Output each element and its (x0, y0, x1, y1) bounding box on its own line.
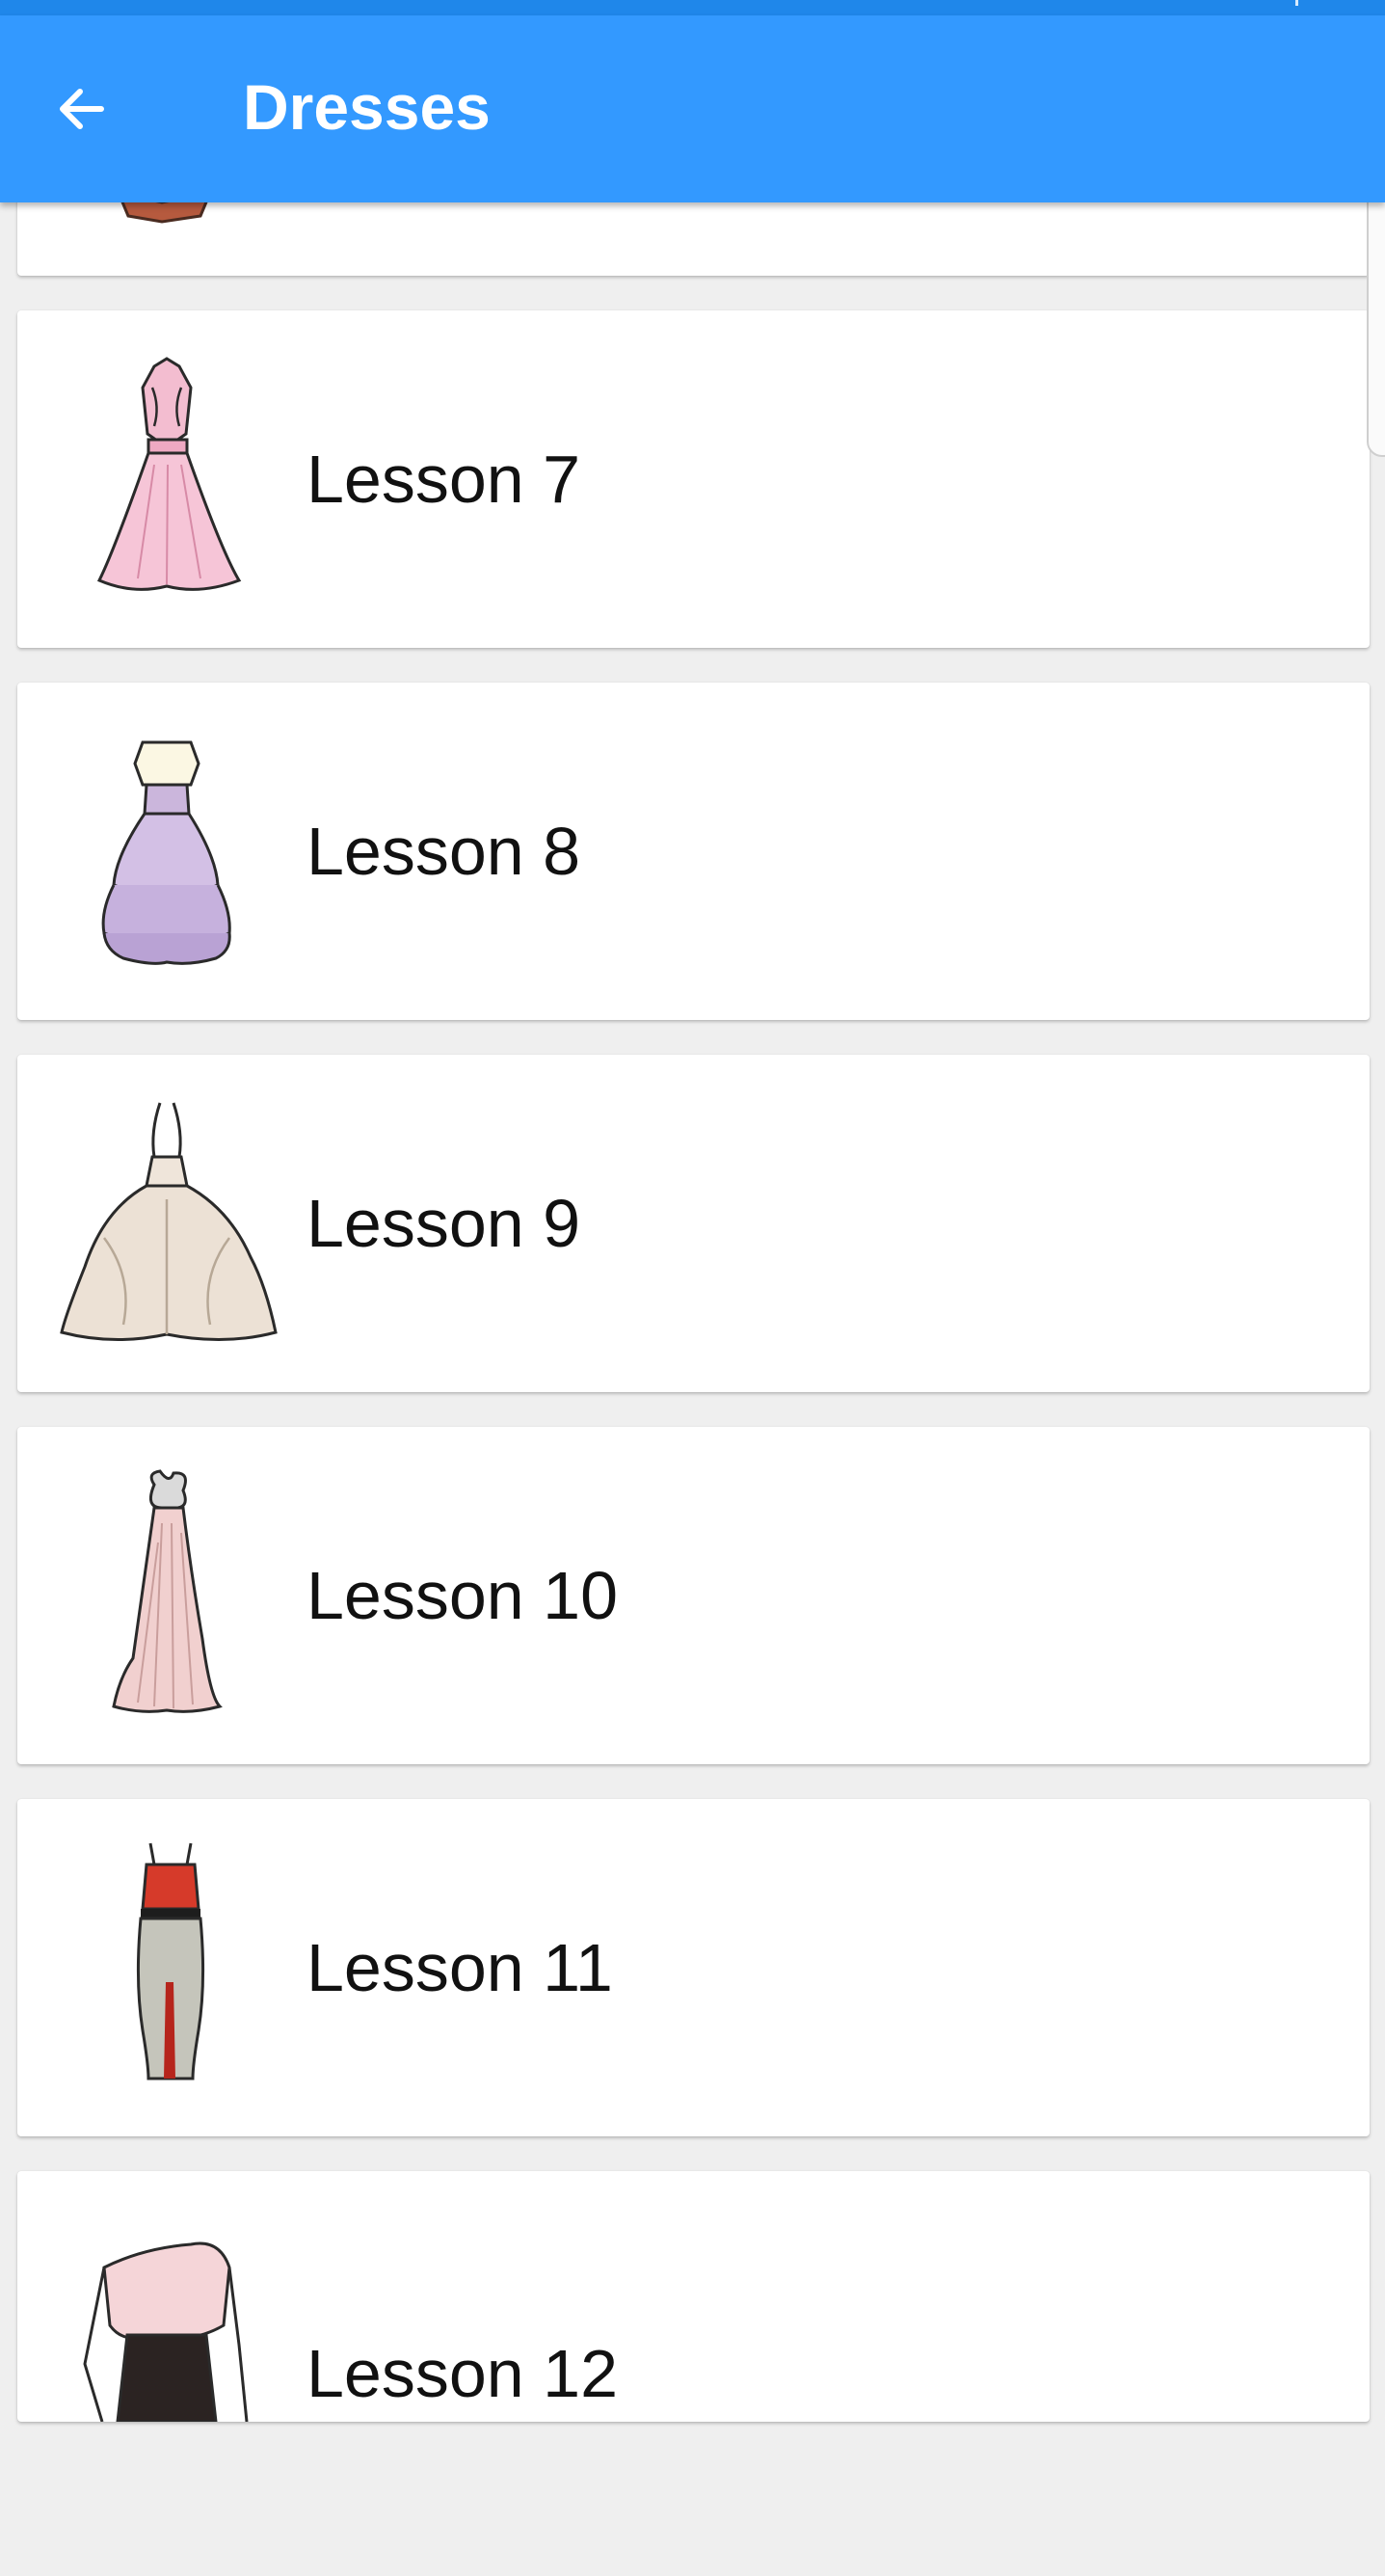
lesson-label: Lesson 12 (306, 2336, 619, 2411)
lesson-label: Lesson 8 (306, 814, 581, 889)
list-item-lesson-7[interactable]: Lesson 7 (17, 310, 1370, 648)
page-title: Dresses (243, 71, 491, 143)
app-bar: Dresses (0, 15, 1385, 202)
back-button[interactable] (39, 66, 125, 152)
list-item-lesson-8[interactable]: Lesson 8 (17, 683, 1370, 1020)
list-item-lesson-9[interactable]: Lesson 9 (17, 1055, 1370, 1392)
lesson-label: Lesson 11 (306, 1930, 613, 2005)
cream-ruffle-gown-icon (46, 1093, 287, 1354)
arrow-left-icon (60, 89, 104, 129)
lavender-tiered-dress-icon (46, 721, 287, 981)
status-indicator (1295, 0, 1298, 6)
lesson-label: Lesson 9 (306, 1186, 581, 1261)
list-item-lesson-11[interactable]: Lesson 11 (17, 1799, 1370, 2136)
red-top-pencil-skirt-icon (46, 1838, 287, 2098)
lesson-list[interactable]: Lesson 7 Lesson 8 Lesson 9 Lesson 10 Les… (0, 0, 1385, 2422)
lesson-label: Lesson 7 (306, 442, 581, 517)
list-item-lesson-12[interactable]: Lesson 12 (17, 2171, 1370, 2422)
status-bar (0, 0, 1385, 15)
lesson-label: Lesson 10 (306, 1558, 619, 1633)
list-item-lesson-10[interactable]: Lesson 10 (17, 1427, 1370, 1764)
pink-ruffle-dress-icon (46, 349, 287, 609)
offshoulder-blouse-icon (46, 2210, 287, 2422)
blush-pleated-gown-icon (46, 1465, 287, 1726)
